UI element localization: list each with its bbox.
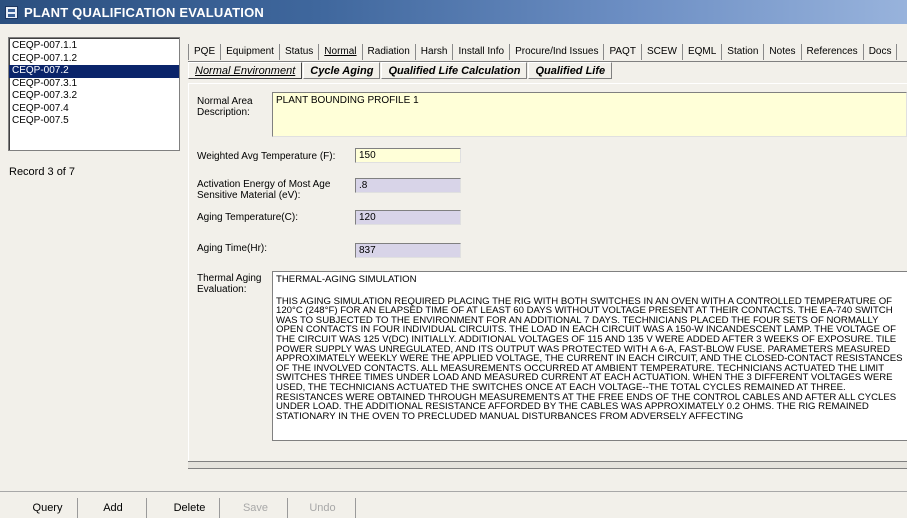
record-list[interactable]: CEQP-007.1.1 CEQP-007.1.2 CEQP-007.2 CEQP-0… (8, 37, 180, 151)
record-list-item[interactable]: CEQP-007.1.2 (9, 53, 179, 66)
aging-temp-label: Aging Temperature(C): (197, 212, 298, 223)
aging-time-field[interactable]: 837 (355, 243, 461, 258)
query-button[interactable]: Query (18, 498, 78, 518)
tab-install-info[interactable]: Install Info (453, 44, 511, 60)
thermal-aging-evaluation-field[interactable]: THERMAL-AGING SIMULATION THIS AGING SIMU… (272, 271, 907, 441)
record-list-item[interactable]: CEQP-007.5 (9, 115, 179, 128)
tab-scew[interactable]: SCEW (642, 44, 683, 60)
tab-paqt[interactable]: PAQT (604, 44, 642, 60)
subtab-qualified-life-calculation[interactable]: Qualified Life Calculation (381, 62, 528, 79)
tab-eqml[interactable]: EQML (683, 44, 723, 60)
tab-normal[interactable]: Normal (319, 44, 363, 60)
tab-procure-ind-issues[interactable]: Procure/Ind Issues (510, 44, 605, 60)
aging-temp-field[interactable]: 120 (355, 210, 461, 225)
record-list-item[interactable]: CEQP-007.4 (9, 103, 179, 116)
tab-harsh[interactable]: Harsh (416, 44, 454, 60)
main-tabbar: PQE Equipment Status Normal Radiation Harsh In… (188, 42, 898, 60)
save-button[interactable]: Save (224, 498, 288, 518)
subtab-cycle-aging[interactable]: Cycle Aging (303, 62, 381, 79)
aging-time-label: Aging Time(Hr): (197, 243, 268, 254)
undo-button[interactable]: Undo (290, 498, 356, 518)
subtab-qualified-life[interactable]: Qualified Life (528, 62, 613, 79)
thermal-aging-label: Thermal Aging Evaluation: (197, 273, 262, 295)
subtab-bar: Normal Environment Cycle Aging Qualified L… (188, 62, 613, 81)
add-button[interactable]: Add (80, 498, 147, 518)
tab-station[interactable]: Station (722, 44, 765, 60)
thermal-aging-body: THIS AGING SIMULATION REQUIRED PLACING T… (276, 295, 903, 422)
subtab-normal-environment[interactable]: Normal Environment (188, 62, 303, 79)
horizontal-scrollbar[interactable] (188, 461, 907, 469)
button-bar-divider (0, 491, 907, 492)
tab-radiation[interactable]: Radiation (363, 44, 416, 60)
tab-equipment[interactable]: Equipment (221, 44, 280, 60)
activation-energy-label: Activation Energy of Most Age Sensitive … (197, 179, 331, 201)
tab-docs[interactable]: Docs (864, 44, 898, 60)
weighted-avg-temp-field[interactable]: 150 (355, 148, 461, 163)
app-icon (5, 5, 18, 19)
record-list-item[interactable]: CEQP-007.2 (9, 65, 179, 78)
record-count: Record 3 of 7 (9, 166, 76, 178)
tab-pqe[interactable]: PQE (188, 44, 222, 60)
tab-notes[interactable]: Notes (764, 44, 802, 60)
delete-button[interactable]: Delete (160, 498, 220, 518)
title-bar: PLANT QUALIFICATION EVALUATION (0, 0, 907, 24)
record-list-item[interactable]: CEQP-007.1.1 (9, 40, 179, 53)
tab-status[interactable]: Status (280, 44, 320, 60)
normal-area-label: Normal Area Description: (197, 96, 253, 118)
normal-area-description-field[interactable]: PLANT BOUNDING PROFILE 1 (272, 92, 907, 137)
record-list-item[interactable]: CEQP-007.3.1 (9, 78, 179, 91)
tab-references[interactable]: References (802, 44, 864, 60)
record-list-item[interactable]: CEQP-007.3.2 (9, 90, 179, 103)
window-title: PLANT QUALIFICATION EVALUATION (24, 4, 264, 20)
activation-energy-field[interactable]: .8 (355, 178, 461, 193)
weighted-avg-temp-label: Weighted Avg Temperature (F): (197, 151, 336, 162)
thermal-aging-title: THERMAL-AGING SIMULATION (276, 274, 417, 285)
